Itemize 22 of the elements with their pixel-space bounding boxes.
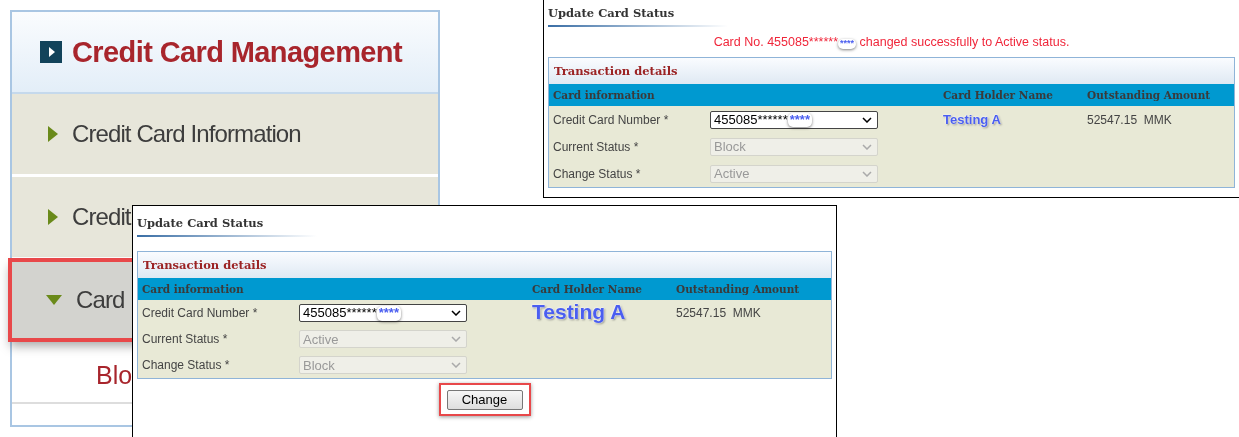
field-label: Current Status * [553,139,640,154]
column-header: Outstanding Amount [1087,89,1212,101]
column-header: Card Holder Name [532,283,643,295]
card-holder-name: Testing A [943,112,1001,127]
field-label: Change Status * [142,358,231,372]
column-header: Card Holder Name [943,89,1054,101]
field-label: Credit Card Number * [553,112,670,127]
form-title: Update Card Status [137,215,265,232]
sidebar-title: Credit Card Management [72,35,403,69]
column-header: Card information [142,283,245,295]
field-label: Credit Card Number * [142,306,259,320]
outstanding-amount: 52547.15 MMK [1087,112,1173,127]
column-header: Card information [553,89,656,101]
section-title: Transaction details [143,258,267,272]
form-title: Update Card Status [548,5,676,22]
field-label: Change Status * [553,166,642,181]
section-title: Transaction details [554,64,678,78]
outstanding-amount: 52547.15 MMK [676,306,762,320]
card-holder-name: Testing A [532,300,626,324]
field-label: Current Status * [142,332,229,346]
column-header: Outstanding Amount [676,283,801,295]
success-message: Card No. 455085****** **** changed successfully to Active status. [712,34,1071,51]
